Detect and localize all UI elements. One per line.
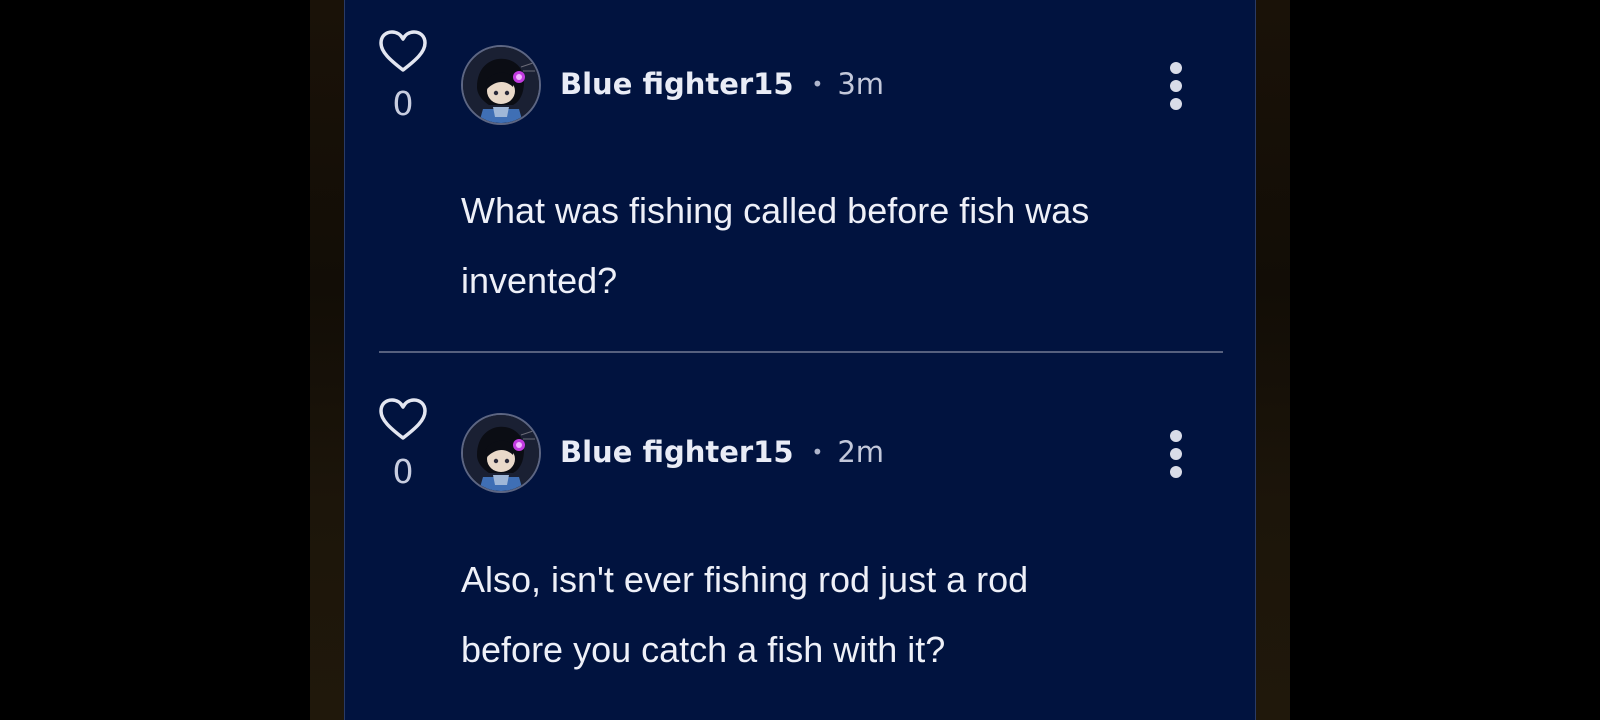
comment-text-line: Also, isn't ever fishing rod just a rod [461,559,1029,600]
vertical-ellipsis-icon [1170,430,1182,442]
meta-separator: • [811,440,824,464]
avatar-image [463,47,539,123]
like-control[interactable]: 0 [377,398,429,491]
comments-panel: 0 Blue fighter15 • 3m What was fishing c… [344,0,1256,720]
comment-text-line: invented? [461,260,618,301]
like-count: 0 [392,452,414,491]
comment-text-line: before you catch a fish with it? [461,629,946,670]
like-control[interactable]: 0 [377,30,429,123]
more-options-button[interactable] [1164,430,1188,486]
comment-text-line: What was fishing called before fish was [461,190,1090,231]
vertical-ellipsis-icon [1170,62,1182,74]
avatar-image [463,415,539,491]
avatar[interactable] [461,413,541,493]
username[interactable]: Blue fighter15 [560,67,794,101]
screen: 0 Blue fighter15 • 3m What was fishing c… [0,0,1600,720]
meta-separator: • [811,72,824,96]
heart-outline-icon[interactable] [378,30,428,74]
username[interactable]: Blue fighter15 [560,435,794,469]
more-options-button[interactable] [1164,62,1188,118]
heart-outline-icon[interactable] [378,398,428,442]
avatar[interactable] [461,45,541,125]
timestamp: 3m [837,67,885,101]
comment-text: What was fishing called before fish was … [461,176,1231,316]
comment-meta: Blue fighter15 • 3m [560,64,884,104]
comment-meta: Blue fighter15 • 2m [560,432,884,472]
like-count: 0 [392,84,414,123]
comment-divider [379,351,1223,353]
comment-text: Also, isn't ever fishing rod just a rod … [461,545,1231,685]
timestamp: 2m [837,435,885,469]
